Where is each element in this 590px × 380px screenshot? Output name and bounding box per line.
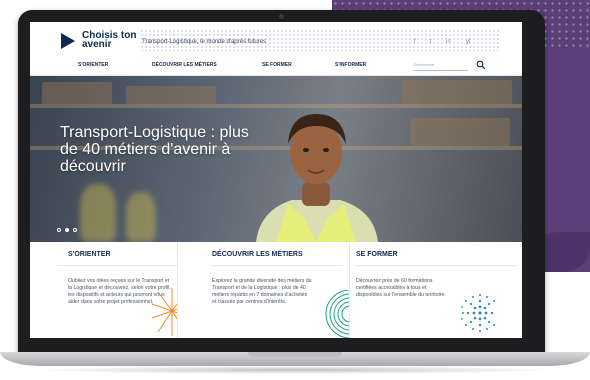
card-title: S'ORIENTER bbox=[68, 251, 111, 258]
nav-item-informer[interactable]: S'INFORMER bbox=[335, 62, 366, 68]
laptop-shadow bbox=[30, 366, 560, 374]
card-divider bbox=[356, 265, 516, 266]
carousel-dot-active[interactable] bbox=[65, 228, 69, 232]
hero-crate bbox=[402, 80, 512, 104]
hero-crate bbox=[410, 118, 510, 146]
card-former[interactable]: SE FORMER Découvrez près de 60 formation… bbox=[350, 242, 522, 338]
site-header: Choisis ton avenir Transport-Logistique,… bbox=[30, 22, 522, 56]
card-divider bbox=[58, 265, 177, 266]
hero-crate bbox=[42, 82, 112, 104]
main-nav: S'ORIENTER DÉCOUVRIR LES MÉTIERS SE FORM… bbox=[30, 56, 522, 76]
teal-dots-graphic bbox=[461, 294, 495, 332]
carousel-dot[interactable] bbox=[57, 228, 61, 232]
twitter-icon[interactable]: t bbox=[430, 39, 432, 45]
card-title: SE FORMER bbox=[356, 251, 398, 258]
search-icon[interactable] bbox=[476, 60, 486, 70]
carousel-dot[interactable] bbox=[73, 228, 77, 232]
logo-chevron-icon bbox=[61, 33, 75, 49]
card-orienter[interactable]: S'ORIENTER Oubliez vos idées reçues sur … bbox=[30, 242, 178, 338]
site-tagline: Transport-Logistique, le monde d'après f… bbox=[142, 39, 266, 45]
linkedin-icon[interactable]: in bbox=[446, 39, 451, 45]
card-text: Explorez la grande diversité des métiers… bbox=[212, 278, 312, 305]
green-arcs-graphic bbox=[325, 290, 349, 338]
hero-background-worker bbox=[126, 192, 156, 242]
feature-cards: S'ORIENTER Oubliez vos idées reçues sur … bbox=[30, 242, 522, 338]
nav-item-former[interactable]: SE FORMER bbox=[262, 62, 292, 68]
nav-item-metiers[interactable]: DÉCOUVRIR LES MÉTIERS bbox=[152, 62, 217, 68]
site-logo[interactable]: Choisis ton avenir bbox=[82, 31, 142, 50]
orange-burst-graphic bbox=[152, 288, 177, 336]
card-title: DÉCOUVRIR LES MÉTIERS bbox=[212, 251, 303, 258]
hero-crate bbox=[126, 86, 216, 104]
hero-background-worker bbox=[80, 184, 116, 242]
hero-title: Transport-Logistique : plus de 40 métier… bbox=[60, 124, 249, 175]
carousel-indicators bbox=[57, 219, 81, 237]
stage: Choisis ton avenir Transport-Logistique,… bbox=[0, 0, 590, 380]
laptop-screen: Choisis ton avenir Transport-Logistique,… bbox=[30, 22, 522, 338]
search-input[interactable]: Rechercher bbox=[414, 59, 468, 71]
card-divider bbox=[212, 265, 342, 266]
laptop-camera bbox=[279, 14, 284, 19]
card-metiers[interactable]: DÉCOUVRIR LES MÉTIERS Explorez la grande… bbox=[178, 242, 350, 338]
laptop-notch bbox=[248, 352, 342, 357]
youtube-icon[interactable]: yt bbox=[466, 39, 471, 45]
nav-item-orienter[interactable]: S'ORIENTER bbox=[78, 62, 108, 68]
hero-banner[interactable]: Transport-Logistique : plus de 40 métier… bbox=[30, 76, 522, 242]
facebook-icon[interactable]: f bbox=[414, 39, 416, 45]
card-text: Découvrez près de 60 formations certifié… bbox=[356, 278, 446, 298]
